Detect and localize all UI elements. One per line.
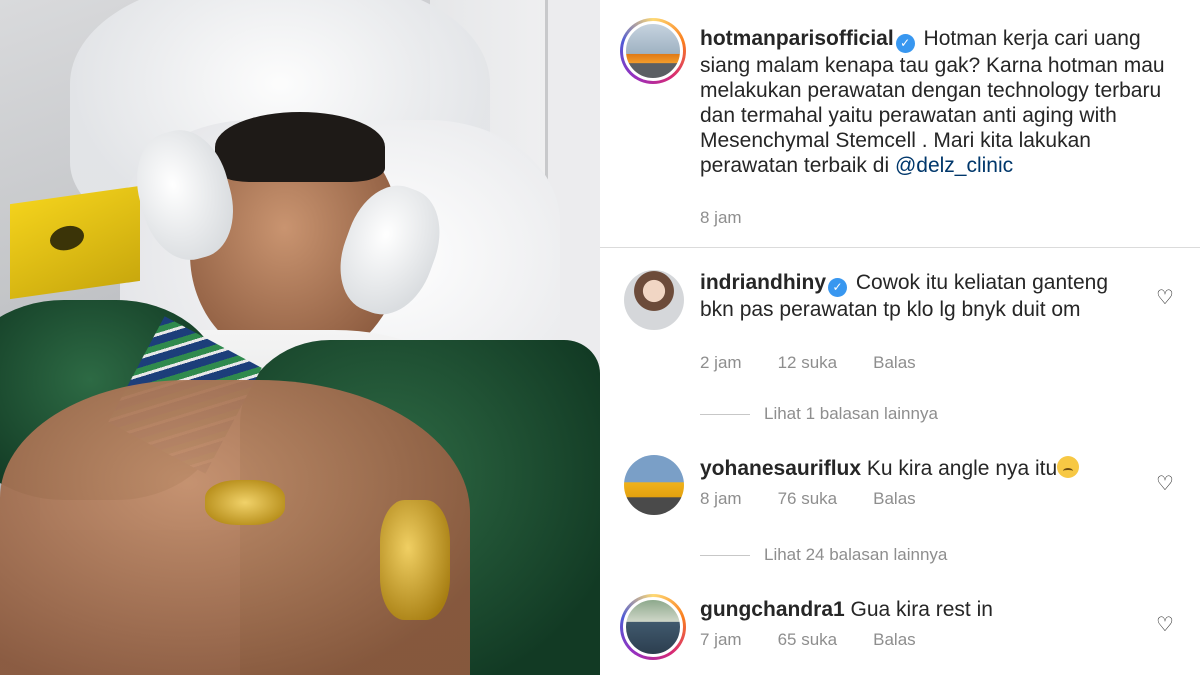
comment-text: Gua kira rest in <box>850 598 993 621</box>
replies-line <box>700 555 750 557</box>
crying-face-emoji <box>1057 456 1080 478</box>
comment-meta: 7 jam 65 suka Balas <box>700 630 952 650</box>
view-more-replies[interactable]: Lihat 1 balasan lainnya <box>700 404 938 424</box>
comment-body: indriandhiny ✓ Cowok itu keliatan ganteng… <box>700 270 1140 322</box>
comment-username[interactable]: yohanesauriflux <box>700 457 861 480</box>
heart-icon[interactable]: ♡ <box>1155 288 1175 308</box>
caption-divider <box>600 247 1200 248</box>
comment-meta: 2 jam 12 suka Balas <box>700 353 952 373</box>
comment-meta: 8 jam 76 suka Balas <box>700 489 952 509</box>
verified-badge-icon: ✓ <box>895 34 915 53</box>
view-more-replies[interactable]: Lihat 24 balasan lainnya <box>700 545 947 565</box>
reply-button[interactable]: Balas <box>873 353 916 372</box>
comment-time: 2 jam <box>700 353 742 372</box>
caption-mention-link[interactable]: @delz_clinic <box>895 154 1013 177</box>
comment-likes[interactable]: 12 suka <box>778 353 838 372</box>
comment-body: yohanesauriflux Ku kira angle nya itu <box>700 456 1140 481</box>
commenter-avatar[interactable] <box>624 455 684 515</box>
comment-likes[interactable]: 76 suka <box>778 489 838 508</box>
post-author-username[interactable]: hotmanparisofficial <box>700 27 894 50</box>
reply-button[interactable]: Balas <box>873 630 916 649</box>
gold-ring <box>205 480 285 525</box>
post-photo <box>0 0 600 675</box>
commenter-avatar[interactable] <box>624 270 684 330</box>
comment-body: gungchandra1 Gua kira rest in <box>700 597 1140 622</box>
replies-line <box>700 414 750 416</box>
reply-button[interactable]: Balas <box>873 489 916 508</box>
post-caption: hotmanparisofficial ✓ Hotman kerja cari u… <box>700 26 1170 178</box>
post-author-avatar[interactable] <box>620 18 686 84</box>
comment-time: 8 jam <box>700 489 742 508</box>
comments-panel: hotmanparisofficial ✓ Hotman kerja cari u… <box>600 0 1200 675</box>
heart-icon[interactable]: ♡ <box>1155 474 1175 494</box>
comment-username[interactable]: gungchandra1 <box>700 598 845 621</box>
commenter-avatar[interactable] <box>620 594 686 660</box>
yellow-container <box>10 185 140 300</box>
comment-username[interactable]: indriandhiny <box>700 271 826 294</box>
post-timestamp: 8 jam <box>700 208 742 227</box>
heart-icon[interactable]: ♡ <box>1155 615 1175 635</box>
man-hair <box>215 112 385 182</box>
comment-time: 7 jam <box>700 630 742 649</box>
verified-badge-icon: ✓ <box>828 278 847 297</box>
comment-likes[interactable]: 65 suka <box>778 630 838 649</box>
gold-watch <box>380 500 450 620</box>
comment-text: Ku kira angle nya itu <box>866 457 1058 480</box>
